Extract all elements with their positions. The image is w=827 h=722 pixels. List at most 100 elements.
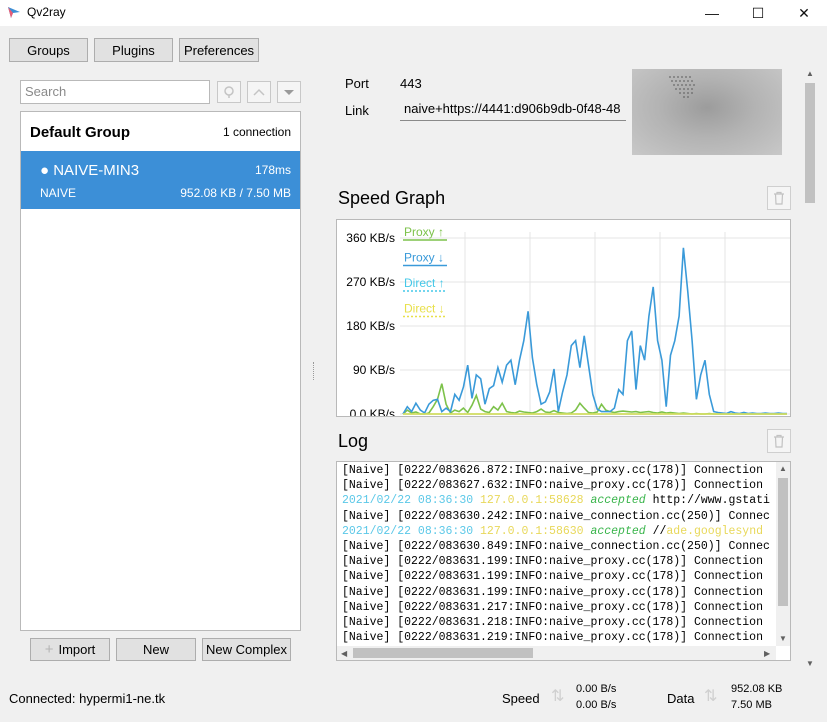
qr-code-image[interactable] [632, 69, 782, 155]
log-title: Log [338, 431, 369, 451]
connection-latency: 178ms [254, 163, 291, 177]
speed-down-value: 0.00 B/s [576, 699, 617, 711]
port-label: Port [345, 76, 369, 91]
clear-log-button[interactable] [767, 429, 791, 453]
speed-icon: ⇅ [551, 688, 565, 705]
log-view[interactable]: [Naive] [0222/083626.872:INFO:naive_prox… [336, 461, 791, 661]
port-value: 443 [400, 76, 422, 91]
data-icon: ⇅ [704, 688, 718, 705]
connection-list[interactable]: Default Group 1 connection ● NAIVE-MIN3 … [20, 111, 301, 631]
log-vertical-scrollbar[interactable]: ▲ ▼ [776, 462, 790, 646]
log-segment: accepted [590, 494, 646, 508]
log-segment: 127.0.0.1:58628 [480, 494, 591, 508]
speed-up-value: 0.00 B/s [576, 683, 617, 695]
scroll-thumb[interactable] [353, 648, 533, 658]
locate-button[interactable] [217, 81, 241, 103]
log-segment: [Naive] [0222/083631.218:INFO:naive_prox… [342, 615, 763, 629]
log-line: [Naive] [0222/083631.199:INFO:naive_prox… [342, 554, 775, 569]
log-segment: [Naive] [0222/083626.872:INFO:naive_prox… [342, 464, 763, 477]
scroll-down-icon[interactable]: ▼ [779, 634, 787, 643]
search-input[interactable]: Search [20, 80, 210, 104]
plugins-button[interactable]: Plugins [94, 38, 173, 62]
group-header[interactable]: Default Group 1 connection [21, 112, 300, 151]
scroll-up-icon[interactable]: ▲ [779, 464, 787, 473]
speed-graph-title: Speed Graph [338, 188, 446, 208]
group-name: Default Group [30, 124, 130, 141]
collapse-button[interactable] [247, 81, 271, 103]
link-field[interactable]: naive+https://4441:d906b9db-0f48-48 [400, 97, 626, 121]
log-segment: [Naive] [0222/083631.217:INFO:naive_prox… [342, 600, 763, 614]
log-line: [Naive] [0222/083630.849:INFO:naive_conn… [342, 539, 775, 554]
connection-item[interactable]: ● NAIVE-MIN3 178ms NAIVE 952.08 KB / 7.5… [21, 151, 300, 209]
log-segment: 2021/02/22 08:36:30 [342, 524, 481, 538]
sort-button[interactable] [277, 81, 301, 103]
title-bar: Qv2ray — ☐ ✕ [0, 0, 827, 26]
maximize-icon: ☐ [751, 4, 765, 21]
log-segment: [Naive] [0222/083630.242:INFO:naive_conn… [342, 509, 770, 523]
maximize-button[interactable]: ☐ [735, 0, 781, 26]
log-segment: [Naive] [0222/083631.219:INFO:naive_prox… [342, 631, 763, 645]
import-button[interactable]: + Import [30, 638, 110, 661]
connection-status: Connected: hypermi1-ne.tk [9, 691, 166, 706]
log-segment: http://www.gstati [645, 494, 770, 508]
close-icon: ✕ [798, 4, 810, 21]
connection-type: NAIVE [40, 186, 77, 200]
log-segment: accepted [590, 524, 646, 538]
scroll-thumb[interactable] [805, 83, 815, 203]
log-segment: [Naive] [0222/083627.632:INFO:naive_prox… [342, 479, 763, 493]
connection-data: 952.08 KB / 7.50 MB [180, 186, 291, 200]
log-horizontal-scrollbar[interactable]: ◀ ▶ [337, 646, 776, 660]
data-up-value: 952.08 KB [731, 683, 783, 695]
details-scrollbar[interactable]: ▲ ▼ [803, 67, 817, 671]
data-down-value: 7.50 MB [731, 699, 772, 711]
legend-entry: Proxy ↓ [404, 251, 444, 265]
trash-icon [774, 191, 784, 205]
legend-entry: Direct ↑ [404, 276, 445, 290]
connection-name: ● NAIVE-MIN3 [40, 162, 140, 179]
log-line: 2021/02/22 08:36:30 127.0.0.1:58628 acce… [342, 493, 775, 508]
preferences-button[interactable]: Preferences [179, 38, 259, 62]
log-line: [Naive] [0222/083630.242:INFO:naive_conn… [342, 509, 775, 524]
clear-graph-button[interactable] [767, 186, 791, 210]
log-segment: [Naive] [0222/083631.199:INFO:naive_prox… [342, 555, 763, 569]
close-button[interactable]: ✕ [781, 0, 827, 26]
y-tick-label: 90 KB/s [353, 363, 395, 377]
scroll-thumb[interactable] [778, 478, 788, 606]
log-segment: [Naive] [0222/083630.849:INFO:naive_conn… [342, 539, 770, 553]
log-line: [Naive] [0222/083631.199:INFO:naive_prox… [342, 569, 775, 584]
scroll-down-icon[interactable]: ▼ [806, 659, 814, 668]
minimize-button[interactable]: — [689, 0, 735, 26]
scroll-left-icon[interactable]: ◀ [341, 649, 347, 658]
group-count: 1 connection [222, 125, 291, 139]
log-segment: [Naive] [0222/083631.199:INFO:naive_prox… [342, 570, 763, 584]
data-label: Data [667, 691, 695, 706]
scroll-up-icon[interactable]: ▲ [806, 69, 814, 78]
splitter-handle[interactable] [313, 362, 316, 380]
speed-graph-chart: 360 KB/s 270 KB/s 180 KB/s 90 KB/s 0.0 KB/s P… [346, 225, 790, 421]
speed-label: Speed [502, 691, 540, 706]
log-segment: ade.googlesynd [666, 524, 764, 538]
y-tick-label: 180 KB/s [346, 319, 395, 333]
new-button[interactable]: New [116, 638, 196, 661]
log-line: [Naive] [0222/083631.219:INFO:naive_prox… [342, 630, 775, 645]
locate-icon [224, 86, 234, 98]
scroll-right-icon[interactable]: ▶ [764, 649, 770, 658]
log-line: [Naive] [0222/083627.632:INFO:naive_prox… [342, 478, 775, 493]
log-line: 2021/02/22 08:36:30 127.0.0.1:58630 acce… [342, 524, 775, 539]
speed-graph: 360 KB/s 270 KB/s 180 KB/s 90 KB/s 0.0 KB/s P… [336, 219, 791, 421]
log-segment: [Naive] [0222/083631.199:INFO:naive_prox… [342, 585, 763, 599]
log-segment: 2021/02/22 08:36:30 [342, 494, 481, 508]
log-line: [Naive] [0222/083626.872:INFO:naive_prox… [342, 463, 775, 478]
log-segment: 127.0.0.1:58630 [480, 524, 591, 538]
minimize-icon: — [705, 5, 719, 21]
trash-icon [774, 434, 784, 448]
y-tick-label: 360 KB/s [346, 231, 395, 245]
legend-entry: Direct ↓ [404, 302, 445, 316]
chevron-down-icon [284, 90, 294, 95]
qv2ray-logo-icon [8, 7, 20, 18]
log-segment: // [645, 524, 667, 538]
new-complex-button[interactable]: New Complex [202, 638, 291, 661]
plus-icon: + [44, 641, 54, 658]
groups-button[interactable]: Groups [9, 38, 88, 62]
y-tick-label: 270 KB/s [346, 275, 395, 289]
